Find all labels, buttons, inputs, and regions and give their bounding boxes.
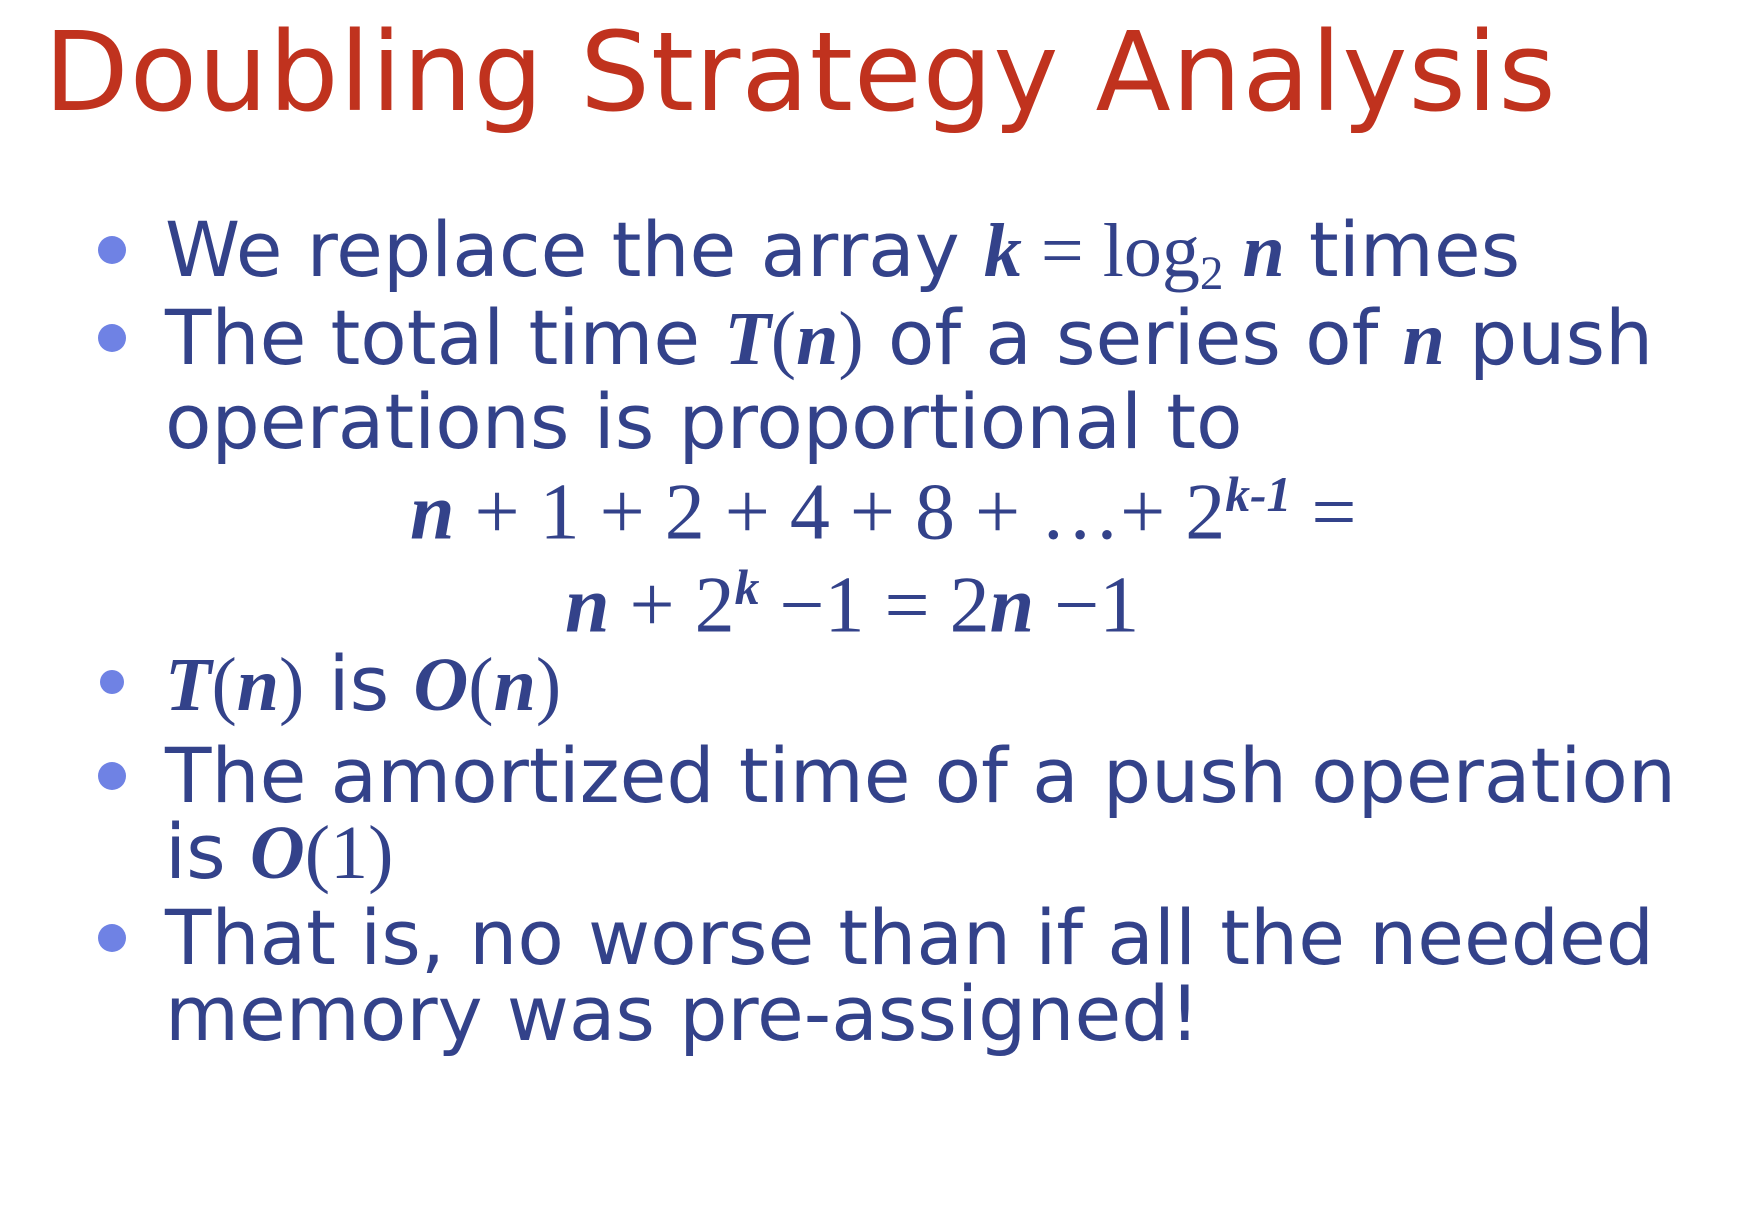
- bullet-dot-icon: [98, 324, 126, 352]
- math-var-n: n: [493, 643, 536, 727]
- bullet-line: We replace the array k = log2 n times: [165, 212, 1520, 298]
- equation-equals: =: [1291, 468, 1357, 557]
- bullet-line-continued: operations is proportional to: [165, 377, 1243, 466]
- bullet-line: The amortized time of a push operation: [165, 731, 1677, 820]
- math-var-n: n: [410, 468, 455, 557]
- bullet-line-continued: memory was pre-assigned!: [165, 969, 1200, 1058]
- math-var-n: n: [236, 643, 280, 727]
- math-paren: (: [770, 297, 797, 381]
- equation-terms: −1: [1034, 561, 1140, 650]
- bullet-text: push: [1444, 293, 1654, 382]
- slide-title: Doubling Strategy Analysis: [44, 8, 1557, 136]
- bullet-dot-icon: [98, 236, 126, 264]
- bullet-line: That is, no worse than if all the needed: [165, 893, 1655, 982]
- bullet-dot-icon: [100, 670, 124, 694]
- math-paren: ): [535, 643, 562, 727]
- math-var-n: n: [565, 561, 610, 650]
- bullet-dot-icon: [98, 762, 126, 790]
- math-var-T: T: [724, 297, 771, 381]
- equation-terms: + 1 + 2 + 4 + 8 + …+ 2: [454, 468, 1226, 557]
- bullet-text: times: [1284, 205, 1521, 294]
- bullet-line: T(n) is O(n): [165, 646, 561, 724]
- math-log: = log: [1021, 209, 1200, 293]
- math-paren: (: [468, 643, 494, 727]
- math-var-n: n: [989, 561, 1035, 650]
- bullet-text: is: [304, 639, 414, 728]
- bullet-line-continued: is O(1): [165, 814, 393, 892]
- bullet-dot-icon: [98, 924, 126, 952]
- equation-terms: + 2: [609, 561, 735, 650]
- math-var-n: n: [796, 297, 839, 381]
- math-paren: (: [211, 643, 237, 727]
- math-var-O: O: [249, 811, 305, 895]
- bullet-text: The total time: [165, 293, 725, 382]
- math-var-n: n: [1402, 297, 1445, 381]
- math-var-n: n: [1223, 209, 1285, 293]
- bullet-text: is: [165, 807, 250, 896]
- math-var-k: k: [983, 209, 1022, 293]
- math-exponent: k: [734, 560, 760, 615]
- math-var-T: T: [165, 643, 212, 727]
- bullet-text: of a series of: [863, 293, 1403, 382]
- math-exponent: k-1: [1225, 467, 1292, 522]
- math-var-O: O: [413, 643, 469, 727]
- equation-sum: n + 1 + 2 + 4 + 8 + …+ 2k-1 =: [410, 467, 1356, 553]
- bullet-line: The total time T(n) of a series of n pus…: [165, 300, 1653, 378]
- bullet-text: We replace the array: [165, 205, 984, 294]
- equation-result: n + 2k −1 = 2n −1: [565, 560, 1139, 646]
- math-paren: ): [838, 297, 864, 381]
- math-paren: ): [279, 643, 305, 727]
- equation-terms: −1 = 2: [759, 561, 990, 650]
- math-arg: (1): [304, 811, 394, 895]
